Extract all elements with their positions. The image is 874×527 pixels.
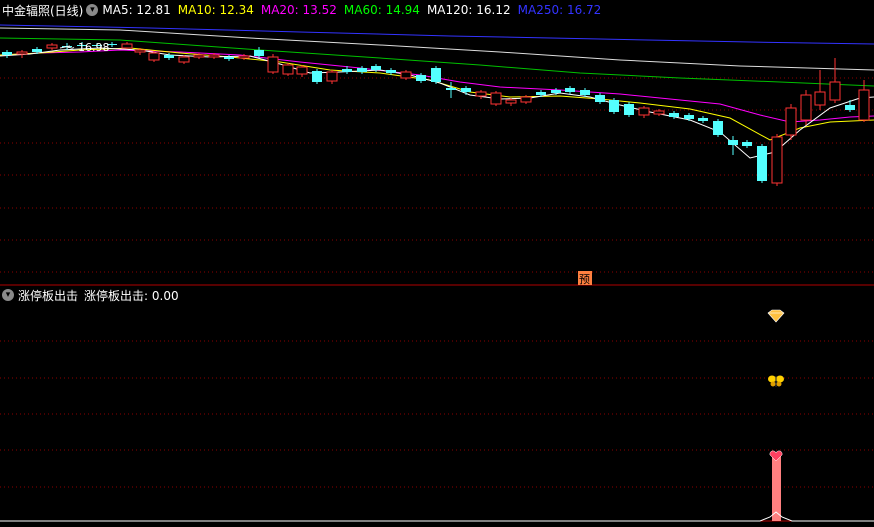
ma120-line (0, 27, 874, 71)
candle-body (134, 49, 146, 53)
candle-body (148, 52, 160, 61)
ma20-line (0, 49, 874, 123)
candle-body (416, 75, 426, 81)
candle-body (669, 113, 679, 117)
candle-body (713, 121, 723, 135)
candle-body (193, 54, 205, 58)
candle-body (431, 68, 441, 82)
candle-body (609, 100, 619, 112)
sub-grid (0, 340, 874, 488)
pre-marker: 预 (578, 271, 592, 286)
candle-body (742, 142, 752, 146)
ma5-line (0, 47, 874, 159)
max-price-label: 16.98 (78, 41, 110, 54)
sub-baseline-line (0, 511, 874, 522)
candle-body (267, 56, 279, 73)
candle-body (595, 95, 605, 102)
candle-body (814, 91, 826, 106)
candle-body (475, 91, 487, 97)
candle-body (342, 69, 352, 72)
candle-body (164, 55, 174, 58)
svg-text:~: ~ (66, 41, 75, 54)
diamond-icon (767, 309, 785, 323)
candle-body (684, 115, 694, 119)
candle-body (461, 88, 471, 92)
candle-body (638, 107, 650, 116)
candle-body (386, 70, 396, 73)
candle-body (16, 51, 28, 55)
candle-body (326, 71, 338, 82)
candle-body (282, 64, 294, 75)
candle-body (757, 146, 767, 181)
candle-body (178, 56, 190, 63)
candle-body (551, 90, 561, 93)
candle-body (829, 81, 841, 101)
candle-body (312, 71, 322, 82)
candle-body (208, 54, 220, 58)
candle-body (254, 50, 264, 56)
candle-body (2, 52, 12, 55)
candle-body (624, 104, 634, 115)
candle-body (490, 92, 502, 105)
candle-body (238, 55, 250, 59)
candle-body (580, 90, 590, 95)
candle-body (728, 140, 738, 145)
candle-body (845, 105, 855, 110)
candle-body (785, 107, 797, 136)
candle-body (505, 99, 517, 104)
candles (2, 42, 870, 186)
signal-bar (772, 455, 781, 521)
candle-body (400, 71, 412, 79)
candle-body (565, 88, 575, 92)
candle-body (771, 136, 783, 184)
candle-body (46, 44, 58, 49)
candle-body (357, 68, 367, 72)
butterfly-icon (768, 375, 784, 387)
candle-body (121, 43, 133, 49)
candle-body (224, 57, 234, 59)
max-price-marker: ~ 16.98 (59, 41, 110, 54)
candle-body (446, 88, 456, 90)
main-grid (0, 77, 874, 273)
pre-marker-label: 预 (579, 273, 590, 286)
candle-body (520, 96, 532, 103)
candle-body (858, 89, 870, 121)
candle-body (536, 92, 546, 95)
candle-body (296, 66, 308, 75)
candle-body (698, 118, 708, 121)
candle-body (653, 110, 665, 115)
candle-body (32, 49, 42, 52)
candle-body (371, 66, 381, 70)
kline-chart[interactable]: ~ 16.98 预 (0, 0, 874, 527)
candle-body (800, 94, 812, 121)
